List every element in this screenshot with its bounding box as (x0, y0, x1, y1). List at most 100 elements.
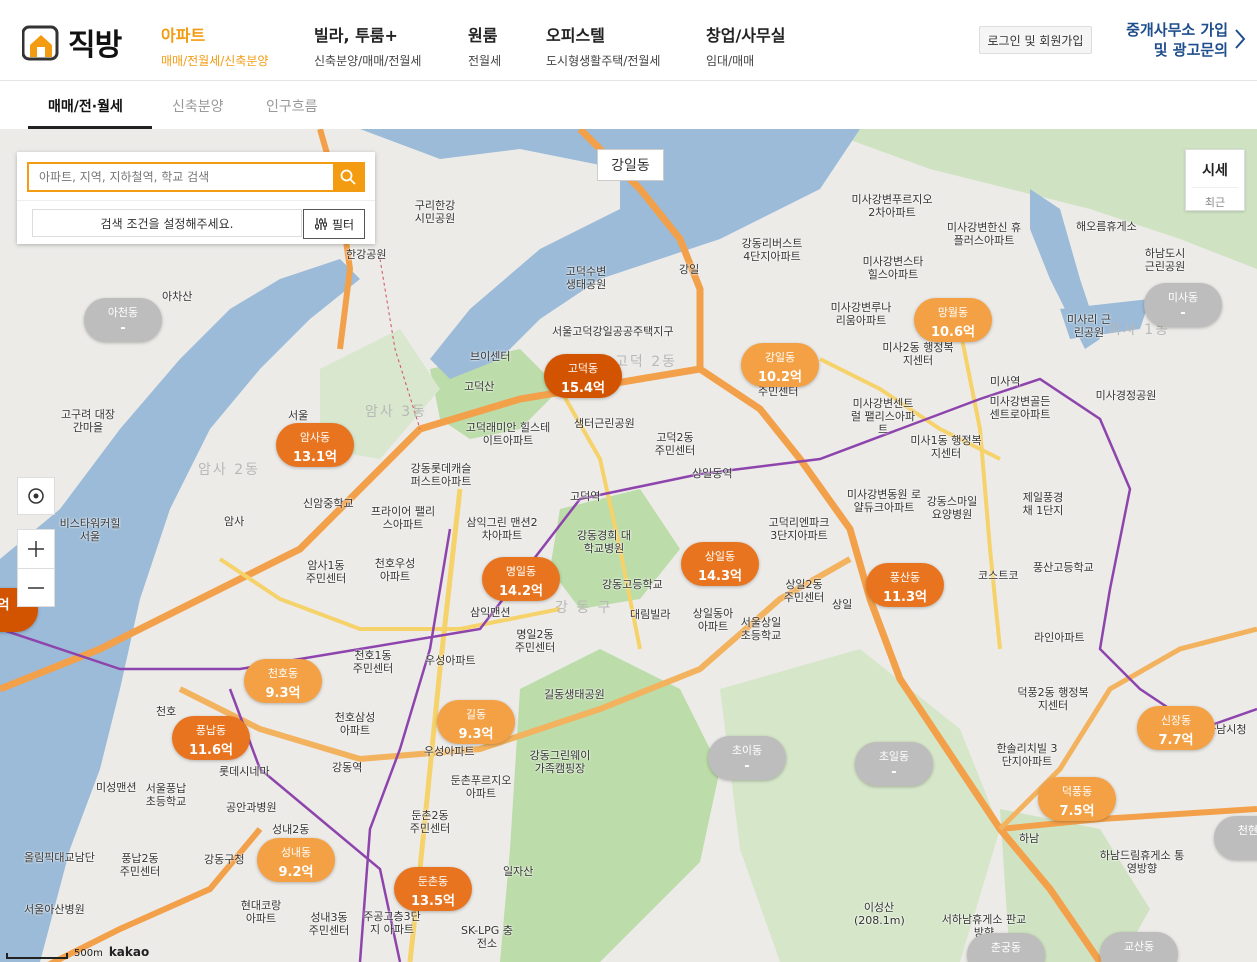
price-marker[interactable]: 춘궁동 (967, 933, 1045, 962)
price-marker[interactable]: 덕풍동 7.5억 (1038, 777, 1116, 821)
price-marker[interactable]: 명일동 14.2억 (482, 557, 560, 601)
map-label: 현대코랑 아파트 (240, 899, 282, 925)
price-marker[interactable]: 상일동 14.3억 (681, 542, 759, 586)
logo[interactable]: 직방 (22, 20, 122, 64)
search-panel: 검색 조건을 설정해주세요. 필터 (17, 152, 375, 244)
price-mode-sub[interactable]: 최근 (1186, 194, 1244, 210)
nav-office[interactable]: 창업/사무실 임대/매매 (706, 22, 785, 69)
login-signup-button[interactable]: 로그인 및 회원가입 (979, 26, 1092, 54)
map-label: 대림빌라 (630, 608, 671, 621)
price-marker[interactable]: 신장동 7.7억 (1137, 706, 1215, 750)
map-label: 명일2동 주민센터 (514, 628, 556, 654)
map-label: 강동경희 대학교병원 (576, 529, 632, 555)
price-marker[interactable]: 교산동 (1100, 932, 1178, 962)
zoom-out-button[interactable] (18, 569, 54, 607)
map-label: 한강공원 (346, 248, 387, 261)
nav-oneroom-label: 원룸 (468, 26, 498, 45)
price-marker[interactable]: 미사동 - (1144, 283, 1222, 327)
zoom-in-button[interactable] (18, 530, 54, 568)
price-marker[interactable]: 아천동 - (84, 298, 162, 342)
current-location-button[interactable] (17, 477, 55, 515)
price-marker[interactable]: 초이동 - (708, 736, 786, 780)
price-mode-toggle[interactable]: 시세 최근 (1185, 149, 1245, 211)
map-label: 미사경정공원 (1095, 389, 1157, 402)
top-header: 직방 아파트 매매/전월세/신축분양 빌라, 투룸+ 신축분양/매매/전월세 원… (0, 0, 1257, 81)
price-marker[interactable]: 길동 9.3억 (437, 700, 515, 744)
price-marker[interactable]: 천현동 (1214, 816, 1257, 860)
map-label: 성내2동 (272, 823, 310, 836)
map-label: 올림픽대교남단 (24, 851, 95, 864)
map-label: 서울 (288, 409, 309, 422)
price-marker[interactable]: 고덕동 15.4억 (544, 354, 622, 398)
marker-name: 초이동 (731, 744, 763, 757)
nav-oneroom[interactable]: 원룸 전월세 (468, 22, 501, 69)
map-canvas[interactable]: 강 동 구 고덕 2동 암사 3동 암사 2동 미사 1동 브이센터 고덕산 서… (0, 129, 1257, 962)
map-label: 강동롯데캐슬 퍼스트아파트 (410, 462, 472, 488)
map-label: 우성아파트 (424, 745, 475, 758)
price-marker[interactable]: 풍산동 11.3억 (866, 563, 944, 607)
marker-price: 10.6억 (930, 325, 976, 340)
map-label: 서울고덕강일공공주택지구 (552, 325, 674, 338)
map-label: 덕풍2동 행정복지센터 (1017, 686, 1089, 712)
map-label: 강동고등학교 (602, 578, 663, 591)
map-label: 라인아파트 (1034, 631, 1085, 644)
map-label: 고덕역 (570, 490, 601, 503)
map-label: 고덕래미안 힐스테이트아파트 (465, 421, 551, 447)
search-icon (340, 169, 356, 185)
price-marker[interactable]: 풍납동 11.6억 (172, 716, 250, 760)
search-divider (17, 200, 375, 201)
district-label-amsa3: 암사 3동 (365, 404, 427, 420)
current-area-chip: 강일동 (597, 149, 664, 181)
map-label: 성내3동 주민센터 (308, 911, 350, 937)
filter-button[interactable]: 필터 (303, 209, 365, 239)
chevron-right-icon[interactable] (1234, 28, 1246, 50)
map-label: 고덕리엔파크 3단지아파트 (768, 516, 830, 542)
search-button[interactable] (333, 164, 363, 190)
map-label: 하남드림휴게소 통영방향 (1099, 849, 1185, 875)
map-label: 구리한강 시민공원 (414, 199, 456, 225)
price-mode-main: 시세 (1202, 163, 1228, 179)
sub-tabs: 매매/전·월세 신축분양 인구흐름 (0, 81, 1257, 129)
search-input[interactable] (29, 164, 333, 190)
map-label: 미사1동 행정복지센터 (910, 434, 982, 460)
map-label: 아차산 (162, 290, 193, 303)
marker-price: - (891, 765, 897, 780)
map-label: 고덕2동 주민센터 (654, 431, 696, 457)
map-label: 길동생태공원 (544, 688, 605, 701)
sliders-icon (314, 218, 327, 230)
map-label: 천호1동 주민센터 (352, 649, 394, 675)
map-label: 미사강변한신 휴플러스아파트 (946, 221, 1022, 247)
agent-signup-link[interactable]: 중개사무소 가입 및 광고문의 (1110, 20, 1228, 60)
nav-apartment[interactable]: 아파트 매매/전월세/신축분양 (161, 22, 268, 69)
marker-name: 성내동 (280, 846, 312, 859)
marker-price: 9.3억 (458, 727, 494, 742)
map-label: 미사강변푸르지오 2차아파트 (851, 193, 933, 219)
map-label: 고구려 대장간마을 (60, 408, 116, 434)
price-marker[interactable]: 강일동 10.2억 (741, 343, 819, 387)
marker-price: 9.2억 (278, 865, 314, 880)
marker-name: 신장동 (1160, 714, 1192, 727)
map-label: 공안과병원 (226, 801, 277, 814)
nav-villa[interactable]: 빌라, 투룸+ 신축분양/매매/전월세 (314, 22, 421, 69)
price-marker[interactable]: 천호동 9.3억 (244, 659, 322, 703)
marker-name: 명일동 (505, 565, 537, 578)
marker-price: - (1180, 306, 1186, 321)
tab-new-sale[interactable]: 신축분양 (172, 96, 224, 116)
tab-population[interactable]: 인구흐름 (266, 96, 318, 116)
nav-officetel-label: 오피스텔 (546, 26, 605, 45)
marker-price: 14.2억 (498, 584, 544, 599)
map-label: 미사강변센트럴 팰리스아파트 (850, 397, 916, 436)
house-logo-icon (22, 25, 59, 61)
map-label: 한솔리치빌 3단지아파트 (996, 742, 1058, 768)
map-label: 강동역 (332, 761, 363, 774)
price-marker[interactable]: 성내동 9.2억 (257, 838, 335, 882)
price-marker[interactable]: 암사동 13.1억 (276, 423, 354, 467)
tab-trade-rent[interactable]: 매매/전·월세 (48, 96, 123, 116)
price-marker[interactable]: 둔촌동 13.5억 (394, 867, 472, 911)
price-marker[interactable]: 초일동 - (855, 742, 933, 786)
map-label: 삼익맨션 (470, 606, 511, 619)
nav-officetel[interactable]: 오피스텔 도시형생활주택/전월세 (546, 22, 660, 69)
map-label: 미사강변동원 로얄듀크아파트 (846, 488, 922, 514)
price-marker[interactable]: 망월동 10.6억 (914, 298, 992, 342)
search-condition-button[interactable]: 검색 조건을 설정해주세요. (32, 209, 302, 237)
